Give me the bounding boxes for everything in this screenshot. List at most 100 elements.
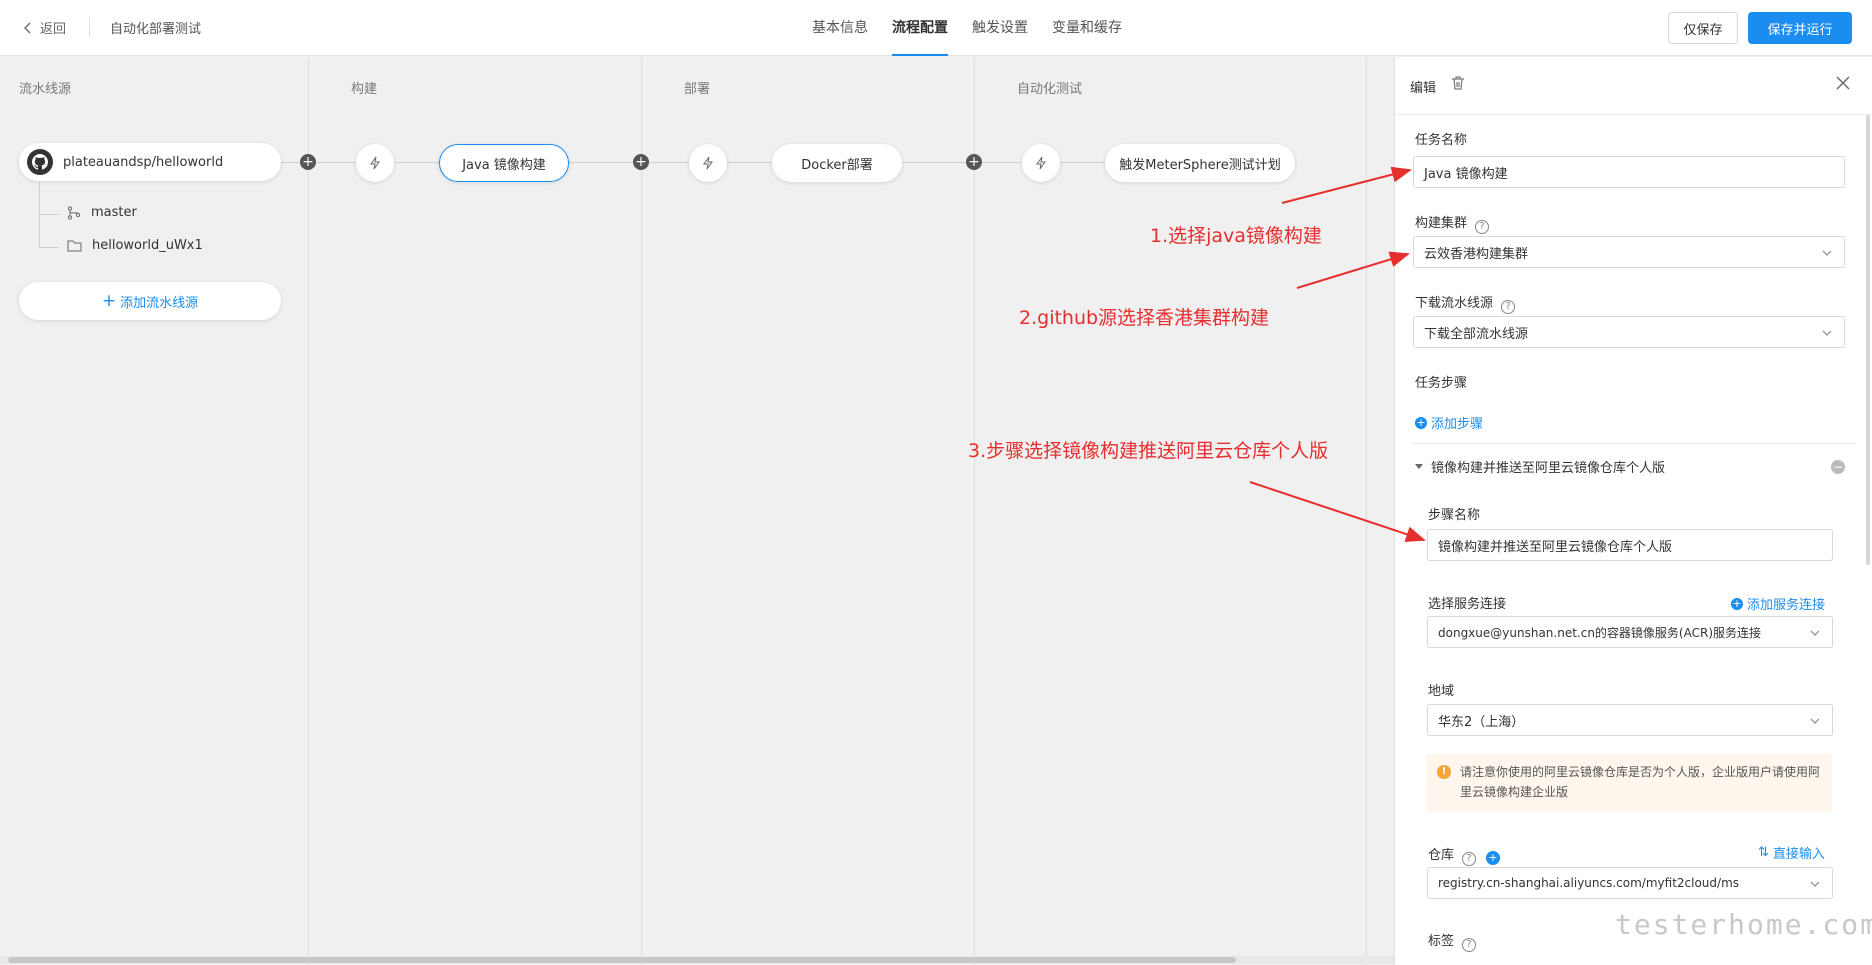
help-icon[interactable]: ?	[1462, 938, 1477, 952]
step-title: 镜像构建并推送至阿里云镜像仓库个人版	[1431, 461, 1666, 476]
repo-label-text: 仓库	[1428, 848, 1455, 863]
repo-label: 仓库? +	[1428, 844, 1501, 866]
add-source-button[interactable]: + 添加流水线源	[19, 282, 281, 320]
column-header-autotest: 自动化测试	[1017, 82, 1083, 97]
divider	[1411, 443, 1857, 444]
branch-icon	[67, 205, 81, 220]
lightning-icon[interactable]	[356, 144, 394, 182]
repo-select[interactable]: registry.cn-shanghai.aliyuncs.com/myfit2…	[1427, 867, 1833, 899]
annotation-3: 3.步骤选择镜像构建推送阿里云仓库个人版	[968, 440, 1329, 462]
folder-name: helloworld_uWx1	[92, 238, 203, 253]
task-node-metersphere[interactable]: 触发MeterSphere测试计划	[1105, 144, 1295, 182]
steps-label: 任务步骤	[1415, 376, 1468, 391]
save-only-button[interactable]: 仅保存	[1668, 12, 1738, 44]
chevron-down-icon	[1810, 881, 1820, 887]
back-label: 返回	[40, 22, 67, 37]
warning-text: 请注意你使用的阿里云镜像仓库是否为个人版，企业版用户请使用阿里云镜像构建企业版	[1460, 765, 1821, 799]
step-header[interactable]: 镜像构建并推送至阿里云镜像仓库个人版	[1415, 457, 1665, 476]
cluster-label: 构建集群?	[1415, 212, 1490, 234]
tab-basic-info[interactable]: 基本信息	[812, 0, 868, 56]
step-name-label: 步骤名称	[1428, 508, 1481, 523]
edit-panel: 编辑 任务名称 Java 镜像构建 构建集群? 云效香港构建集群 下载流水线源?…	[1394, 57, 1872, 965]
save-and-run-button[interactable]: 保存并运行	[1748, 12, 1852, 44]
help-icon[interactable]: ?	[1501, 300, 1516, 314]
help-icon[interactable]: ?	[1475, 220, 1490, 234]
lightning-icon[interactable]	[1022, 144, 1060, 182]
tab-variables-cache[interactable]: 变量和缓存	[1052, 0, 1122, 56]
task-name-input[interactable]: Java 镜像构建	[1413, 156, 1845, 188]
lightning-icon[interactable]	[689, 144, 727, 182]
warning-icon: !	[1437, 765, 1451, 779]
direct-input-button[interactable]: ⇅ 直接输入	[1758, 843, 1825, 862]
annotation-1: 1.选择java镜像构建	[1150, 225, 1322, 247]
tree-line	[39, 215, 59, 248]
panel-header: 编辑	[1395, 57, 1872, 115]
chevron-down-icon	[1822, 330, 1832, 336]
cluster-select[interactable]: 云效香港构建集群	[1413, 236, 1845, 268]
add-step-label: 添加步骤	[1431, 417, 1484, 432]
task-node-java-build[interactable]: Java 镜像构建	[439, 144, 569, 182]
pipeline-canvas: 流水线源 构建 部署 自动化测试 plateauandsp/helloworld…	[0, 57, 1394, 965]
scrollbar-thumb[interactable]	[8, 957, 1236, 963]
region-select[interactable]: 华东2（上海）	[1427, 704, 1833, 736]
tab-flow-config[interactable]: 流程配置	[892, 0, 948, 56]
task-node-docker-deploy[interactable]: Docker部署	[772, 144, 902, 182]
region-label: 地域	[1428, 684, 1455, 699]
tag-label: 标签?	[1428, 930, 1477, 952]
direct-input-label: 直接输入	[1772, 847, 1825, 862]
plus-circle-icon[interactable]: +	[1486, 851, 1501, 865]
column-divider	[641, 57, 642, 965]
annotation-2: 2.github源选择香港集群构建	[1019, 307, 1270, 329]
service-select[interactable]: dongxue@yunshan.net.cn的容器镜像服务(ACR)服务连接	[1427, 616, 1833, 648]
repo-select-value: registry.cn-shanghai.aliyuncs.com/myfit2…	[1438, 876, 1740, 890]
remove-step-icon[interactable]: −	[1831, 460, 1845, 474]
task-name-label: 任务名称	[1415, 133, 1468, 148]
plus-circle-icon: +	[1415, 415, 1427, 429]
plus-icon: +	[101, 290, 117, 311]
service-select-value: dongxue@yunshan.net.cn的容器镜像服务(ACR)服务连接	[1438, 625, 1762, 640]
tag-label-text: 标签	[1428, 934, 1455, 949]
github-icon	[27, 149, 53, 175]
tab-trigger-settings[interactable]: 触发设置	[972, 0, 1028, 56]
vertical-scrollbar[interactable]	[1866, 115, 1870, 565]
add-service-label: 添加服务连接	[1747, 598, 1826, 613]
service-label: 选择服务连接	[1428, 597, 1507, 612]
download-select-value: 下载全部流水线源	[1424, 326, 1529, 342]
folder-icon	[67, 240, 82, 252]
branch-item: master	[67, 205, 137, 220]
tab-bar: 基本信息 流程配置 触发设置 变量和缓存	[812, 0, 1122, 56]
add-stage-plus-icon[interactable]: +	[300, 154, 316, 170]
chevron-left-icon	[24, 22, 31, 33]
caret-down-icon	[1415, 463, 1423, 469]
cluster-select-value: 云效香港构建集群	[1424, 246, 1529, 262]
folder-item: helloworld_uWx1	[67, 238, 203, 253]
divider	[89, 17, 90, 37]
help-icon[interactable]: ?	[1462, 852, 1477, 866]
close-icon[interactable]	[1835, 75, 1851, 91]
step-name-input[interactable]: 镜像构建并推送至阿里云镜像仓库个人版	[1427, 529, 1833, 561]
plus-circle-icon: +	[1731, 596, 1743, 610]
add-stage-plus-icon[interactable]: +	[633, 154, 649, 170]
chevron-down-icon	[1822, 250, 1832, 256]
panel-title: 编辑	[1410, 81, 1437, 96]
branch-name: master	[91, 205, 137, 220]
tree-line	[39, 182, 59, 215]
download-label-text: 下载流水线源	[1415, 296, 1494, 311]
add-step-button[interactable]: + 添加步骤	[1415, 413, 1483, 432]
back-button[interactable]: 返回	[22, 18, 66, 37]
download-select[interactable]: 下载全部流水线源	[1413, 316, 1845, 348]
column-header-build: 构建	[351, 82, 378, 97]
top-bar: 返回 自动化部署测试 基本信息 流程配置 触发设置 变量和缓存 仅保存 保存并运…	[0, 0, 1872, 56]
region-select-value: 华东2（上海）	[1438, 714, 1525, 730]
chevron-down-icon	[1810, 630, 1820, 636]
column-header-source: 流水线源	[19, 82, 72, 97]
cluster-label-text: 构建集群	[1415, 216, 1468, 231]
column-divider	[1366, 57, 1367, 965]
watermark: testerhome.com	[1615, 908, 1872, 941]
column-divider	[308, 57, 309, 965]
trash-icon[interactable]	[1450, 75, 1466, 91]
add-stage-plus-icon[interactable]: +	[966, 154, 982, 170]
source-card[interactable]: plateauandsp/helloworld	[19, 143, 281, 181]
page-title: 自动化部署测试	[110, 22, 202, 37]
add-service-button[interactable]: + 添加服务连接	[1731, 594, 1825, 613]
